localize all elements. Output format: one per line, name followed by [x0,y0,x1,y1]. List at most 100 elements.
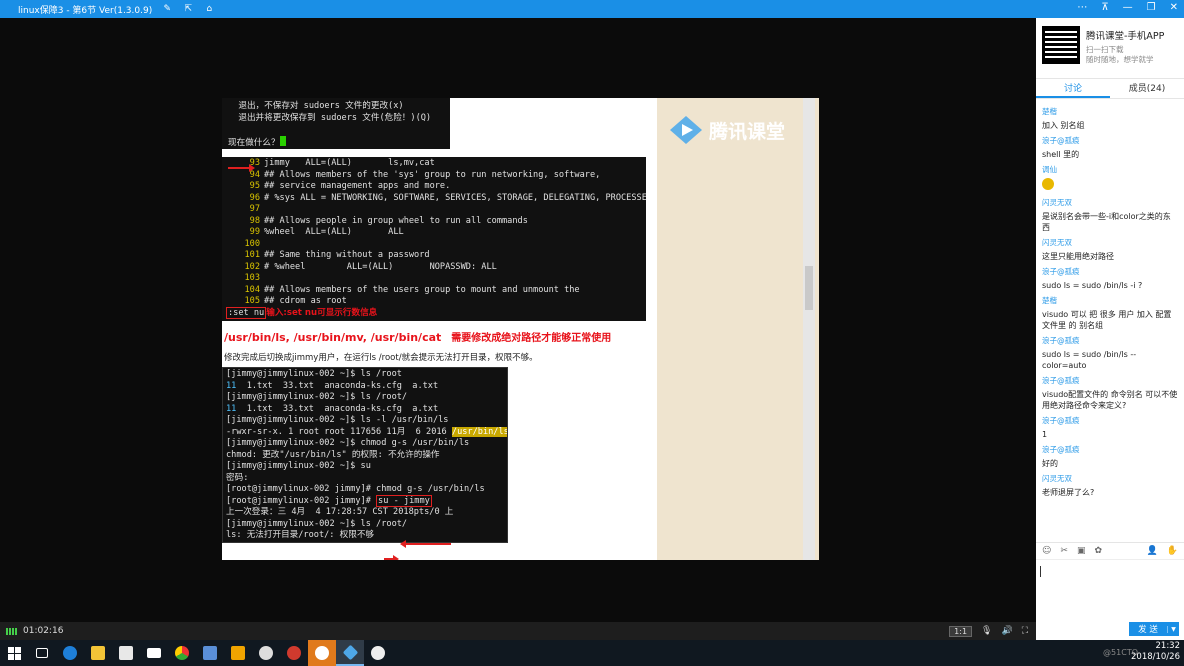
qr-code [1042,26,1080,64]
slide-heading: /usr/bin/ls, /usr/bin/mv, /usr/bin/cat 需要… [224,329,611,344]
chat-text: visudo 可以 把 很多 用户 加入 配置文件里 的 别名组 [1042,310,1172,330]
volume-icon[interactable]: 🔊 [1001,626,1012,636]
scrollbar-thumb[interactable] [805,266,813,310]
clock-time: 21:32 [1155,641,1181,651]
flower-icon[interactable]: ✿ [1094,546,1102,556]
image-icon[interactable]: ▣ [1077,546,1086,556]
terminal-line: [root@jimmylinux-002 jimmy]# [226,495,377,506]
sudoers-line: ## service management apps and more. [264,181,451,191]
more-icon[interactable]: ⋯ [1077,2,1087,13]
chat-username[interactable]: 浪子@孤痕 [1042,135,1178,147]
discussion-sidebar: 腾讯课堂-手机APP 扫一扫下载 随时随地，想学就学 讨论 成员(24) 楚楷加… [1036,18,1184,640]
send-dropdown-icon[interactable]: ▼ [1167,625,1179,633]
elapsed-time: 01:02:16 [23,626,64,636]
tab-discussion[interactable]: 讨论 [1036,79,1110,98]
terminal-line: ls: 无法打开目录/root/: 权限不够 [226,530,375,540]
text-caret [1040,566,1041,577]
terminal-line: 退出并将更改保存到 sudoers 文件(危险！)(Q) [228,112,432,123]
chat-username[interactable]: 楚楷 [1042,106,1178,118]
heading-note: 需要修改成绝对路径才能够正常使用 [451,333,612,344]
chat-username[interactable]: 楚楷 [1042,295,1178,307]
scissors-icon[interactable]: ✂ [1060,546,1068,556]
arrow-annotation [228,164,255,172]
system-clock[interactable]: 21:32 2018/10/26 [1131,641,1180,663]
sudoers-line: # %wheel ALL=(ALL) NOPASSWD: ALL [264,261,497,272]
app-promo-title: 腾讯课堂-手机APP [1086,31,1165,42]
terminal-line: [jimmy@jimmylinux-002 ~]$ ls /root/ [226,518,408,529]
chat-username[interactable]: 闪灵无双 [1042,473,1178,485]
chat-username[interactable]: 调仙 [1042,164,1178,176]
qq-icon[interactable] [364,640,392,666]
chat-message: 楚楷 加入 别名组 [1042,106,1178,131]
edge-browser-icon[interactable] [56,640,84,666]
notepad-app-icon[interactable] [224,640,252,666]
slide-paragraph: 修改完成后切换成jimmy用户，在运行ls /root/就会提示无法打开目录，权… [224,353,538,363]
chat-text: sudo ls = sudo /bin/ls --color=auto [1042,350,1137,370]
store-icon[interactable] [112,640,140,666]
edit-icon[interactable]: ✎ [161,3,173,15]
chat-input[interactable] [1040,564,1180,614]
terminal-line: 现在做什么？ [228,137,280,148]
file-explorer-icon[interactable] [84,640,112,666]
hand-icon[interactable]: ✋ [1167,546,1178,556]
xshell-icon[interactable] [280,640,308,666]
tencent-classroom-taskbar-icon[interactable] [336,640,364,666]
task-view-icon[interactable] [28,640,56,666]
pin-icon[interactable]: ⊼ [1101,2,1108,13]
terminal-session: [jimmy@jimmylinux-002 ~]$ ls /root 11 1.… [222,367,508,543]
line-number: 96 [249,192,260,203]
logo-text: 腾讯课堂 [709,120,786,143]
app-promo-subtitle: 扫一扫下载 随时随地，想学就学 [1086,45,1154,65]
window-title: linux保障3 - 第6节 Ver(1.3.0.9) [18,5,153,16]
share-icon[interactable]: ⌂ [203,3,215,15]
feather-app-icon[interactable] [196,640,224,666]
chat-username[interactable]: 浪子@孤痕 [1042,444,1178,456]
chat-username[interactable]: 闪灵无双 [1042,197,1178,209]
close-icon[interactable]: ✕ [1170,2,1178,13]
clock-date: 2018/10/26 [1131,652,1180,662]
chat-message: 闪灵无双 老师退屏了么? [1042,473,1178,498]
chat-text: visudo配置文件的 命令别名 可以不使用绝对路径命令来定义? [1042,390,1178,410]
highlighted-path: /usr/bin/ls [451,426,508,437]
message-list[interactable]: 楚楷 加入 别名组 浪子@孤痕 shell 里的 调仙 闪灵无双 是说别名会带一些-i和co… [1036,106,1184,542]
shield-app-icon[interactable] [252,640,280,666]
chat-username[interactable]: 浪子@孤痕 [1042,415,1178,427]
start-button[interactable] [0,640,28,666]
send-button[interactable]: 发 送 ▼ [1129,622,1179,636]
play-logo-icon [669,115,703,145]
tab-members[interactable]: 成员(24) [1110,79,1184,98]
microphone-icon[interactable]: 🎙 [981,626,992,636]
maximize-icon[interactable]: ❐ [1147,2,1156,13]
terminal-sudoers-file: 93 jimmy ALL=(ALL) ls,mv,cat 94 ## Allows … [222,157,646,321]
line-number: 102 [244,261,260,272]
send-label: 发 送 [1138,625,1158,635]
chat-username[interactable]: 浪子@孤痕 [1042,266,1178,278]
chat-text: 1 [1042,430,1048,439]
chat-message: 闪灵无双是说别名会带一些-i和color之类的东西 [1042,197,1178,233]
su-command-highlight: su - jimmy [376,494,432,507]
app360-icon[interactable] [308,640,336,666]
mail-icon[interactable] [140,640,168,666]
terminal-line: 退出，不保存对 sudoers 文件的更改(x) [228,101,404,111]
line-number: 99 [249,227,260,237]
chat-username[interactable]: 浪子@孤痕 [1042,335,1178,347]
video-area[interactable]: 退出，不保存对 sudoers 文件的更改(x) 退出并将更改保存到 sudoe… [0,18,1036,622]
terminal-line: 1.txt 33.txt anaconda-ks.cfg a.txt [236,403,439,414]
chat-text: 是说别名会带一些-i和color之类的东西 [1042,212,1171,232]
export-icon[interactable]: ⇱ [182,3,194,15]
minimize-icon[interactable]: — [1123,2,1133,13]
terminal-line: 上一次登录：三 4月 4 17:28:57 CST 2018pts/0 上 [226,507,454,517]
user-icon[interactable]: 👤 [1147,546,1158,556]
slide-scrollbar[interactable] [803,98,815,560]
chat-text: 好的 [1042,459,1058,468]
ratio-button[interactable]: 1:1 [949,625,973,637]
fullscreen-icon[interactable]: ⛶ [1022,626,1028,636]
chat-username[interactable]: 闪灵无双 [1042,237,1178,249]
chat-username[interactable]: 浪子@孤痕 [1042,375,1178,387]
chat-text: 加入 别名组 [1042,121,1085,130]
line-number: 100 [244,238,260,249]
emoji-icon[interactable]: ☺ [1042,546,1051,556]
chrome-icon[interactable] [168,640,196,666]
sudoers-line: ## cdrom as root [264,296,347,306]
sudoers-line: ## Allows people in group wheel to run a… [264,215,528,226]
